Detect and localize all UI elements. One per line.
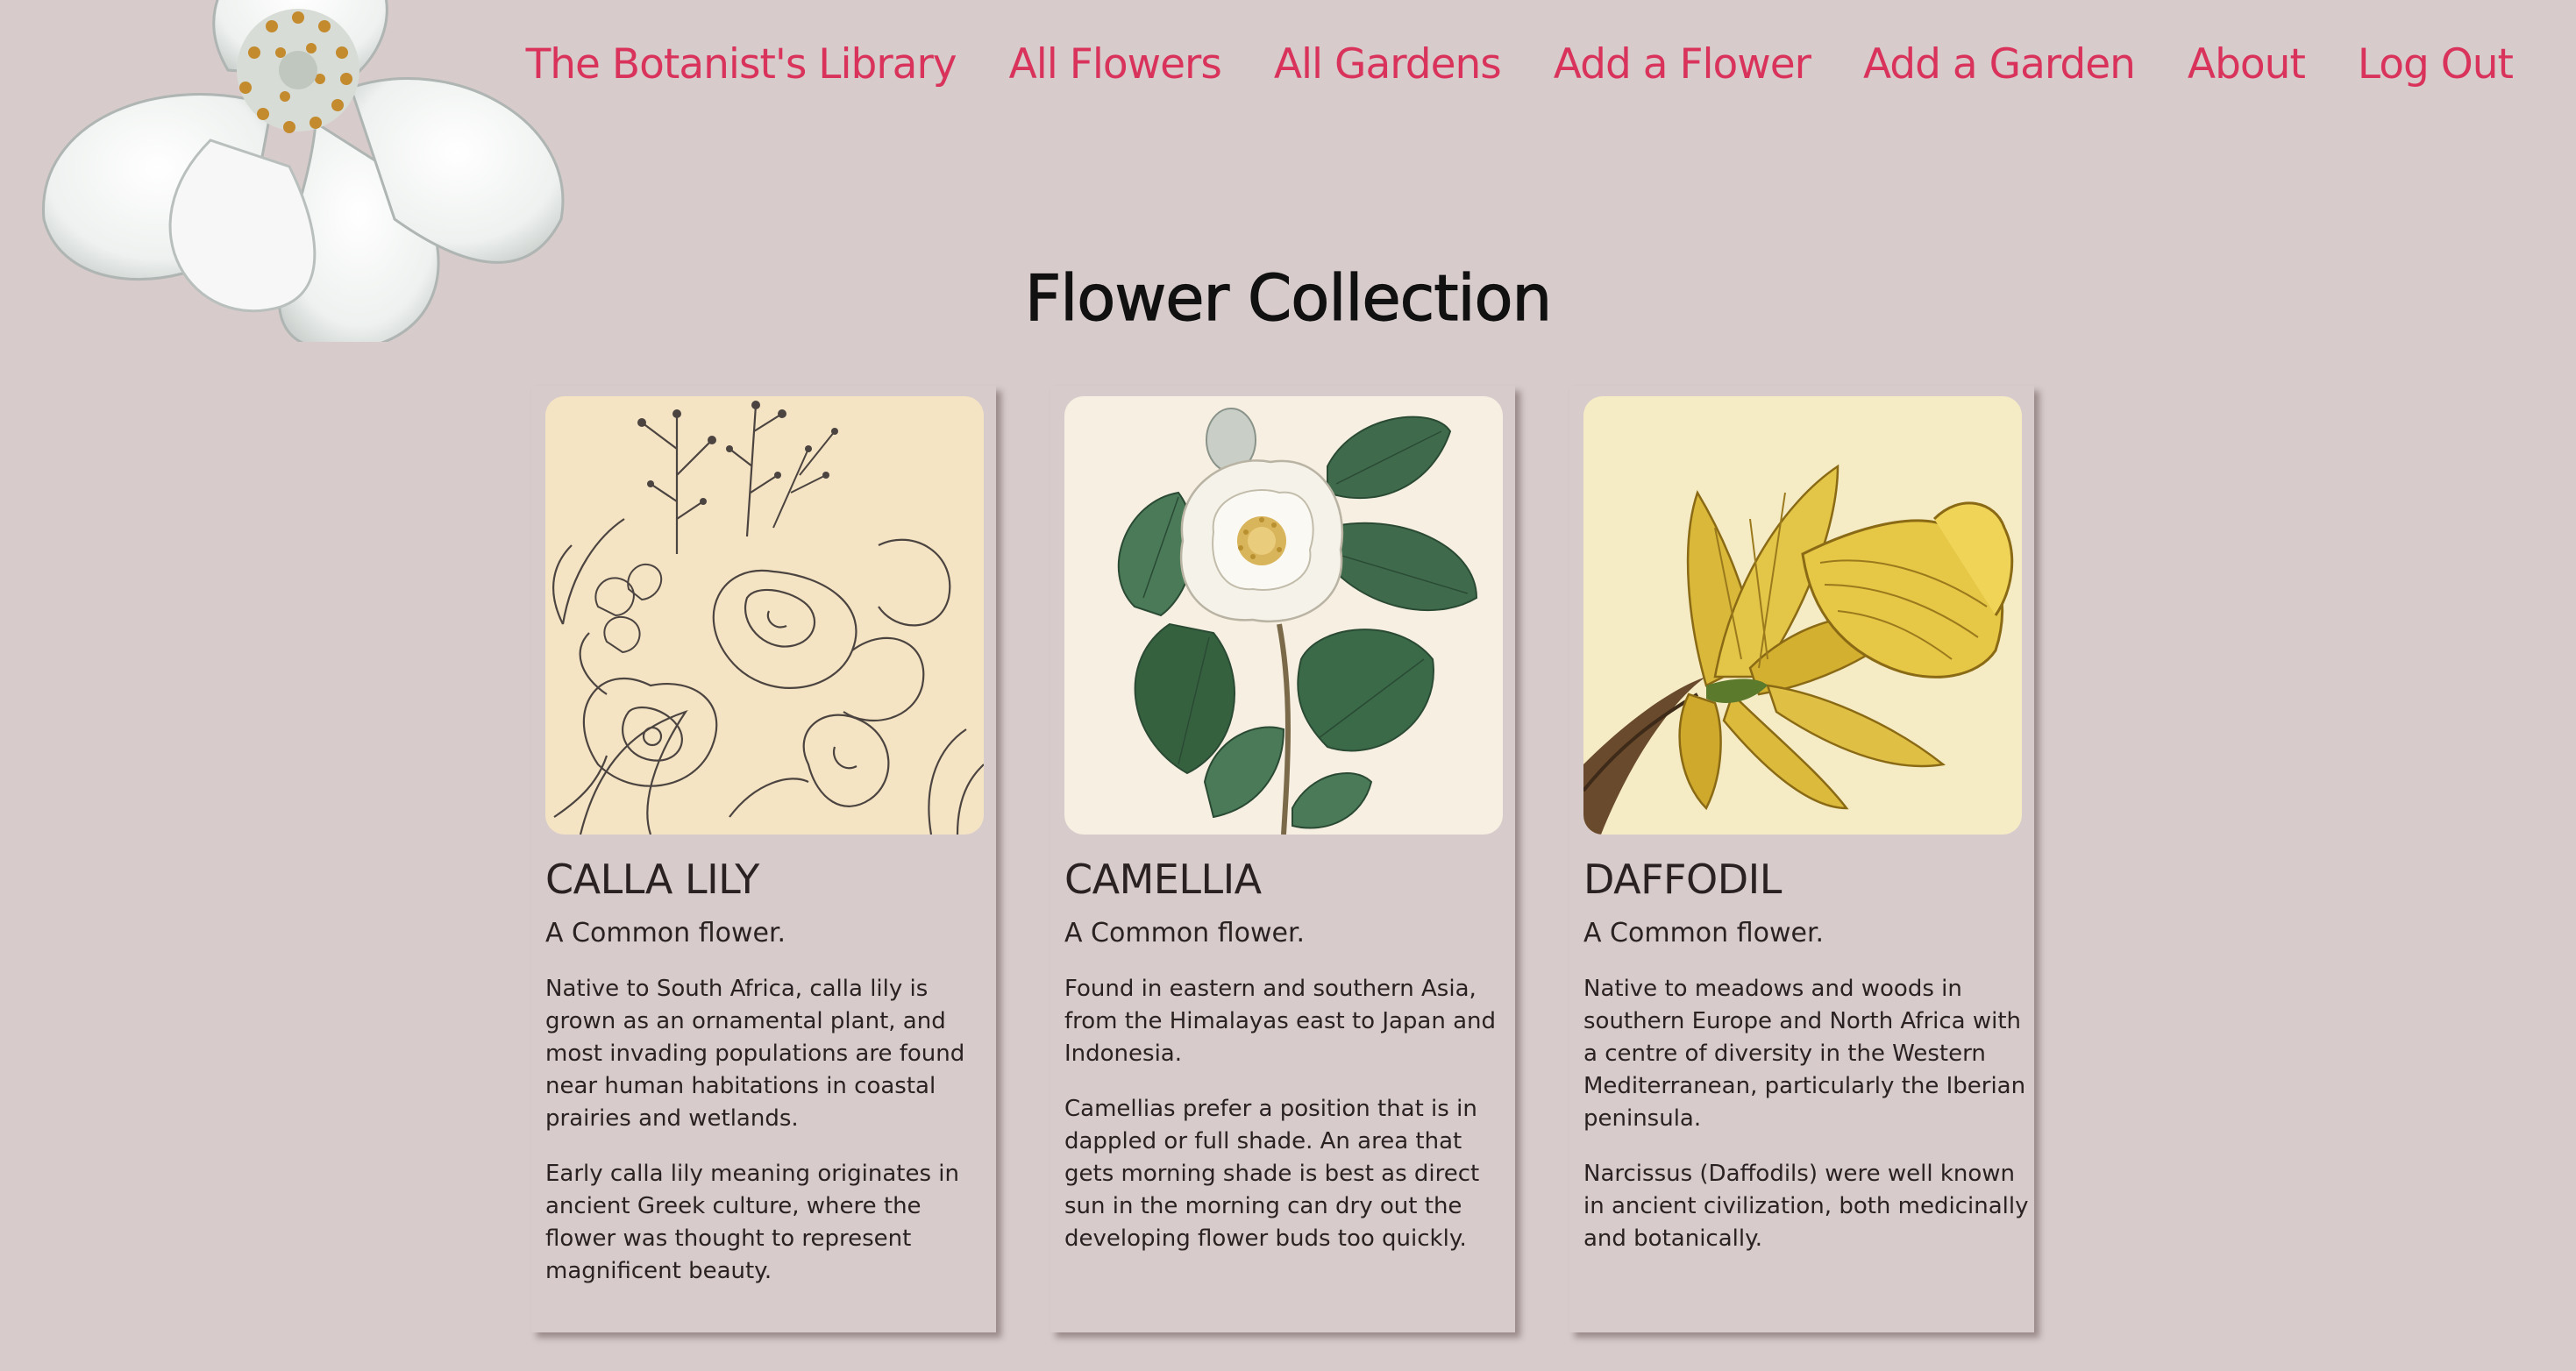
card-description: Native to meadows and woods in southern … xyxy=(1583,976,2026,1133)
card-subtitle: A Common flower. xyxy=(545,918,786,949)
daffodil-illustration-icon xyxy=(1583,396,2022,835)
card-description: Found in eastern and southern Asia, from… xyxy=(1064,976,1497,1068)
top-navigation: The Botanist's Library All Flowers All G… xyxy=(526,40,2514,89)
flower-card-calla-lily[interactable]: CALLA LILY A Common flower. Native to So… xyxy=(531,386,996,1332)
card-title: CALLA LILY xyxy=(545,856,759,903)
nav-link-all-flowers[interactable]: All Flowers xyxy=(1009,40,1222,89)
card-title: CAMELLIA xyxy=(1064,856,1262,903)
card-subtitle: A Common flower. xyxy=(1064,918,1306,949)
camellia-illustration-icon xyxy=(1064,396,1503,835)
flower-card-daffodil[interactable]: DAFFODIL A Common flower. Native to mead… xyxy=(1569,386,2034,1332)
card-title: DAFFODIL xyxy=(1583,856,1782,903)
botanical-line-drawing-icon xyxy=(545,396,984,835)
flower-card-camellia[interactable]: CAMELLIA A Common flower. Found in easte… xyxy=(1050,386,1515,1332)
nav-link-all-gardens[interactable]: All Gardens xyxy=(1274,40,1502,89)
nav-link-about[interactable]: About xyxy=(2188,40,2306,89)
card-description: Narcissus (Daffodils) were well known in… xyxy=(1583,1161,2029,1253)
flower-card-grid: CALLA LILY A Common flower. Native to So… xyxy=(531,386,2034,1332)
nav-link-add-garden[interactable]: Add a Garden xyxy=(1863,40,2136,89)
nav-link-add-flower[interactable]: Add a Flower xyxy=(1554,40,1811,89)
page-title: Flower Collection xyxy=(1024,260,1552,335)
card-description: Native to South Africa, calla lily is gr… xyxy=(545,976,965,1133)
card-subtitle: A Common flower. xyxy=(1583,918,1825,949)
card-description: Early calla lily meaning originates in a… xyxy=(545,1161,959,1285)
card-description: Camellias prefer a position that is in d… xyxy=(1064,1096,1480,1253)
nav-link-log-out[interactable]: Log Out xyxy=(2358,40,2514,89)
nav-brand-link[interactable]: The Botanist's Library xyxy=(526,40,957,89)
